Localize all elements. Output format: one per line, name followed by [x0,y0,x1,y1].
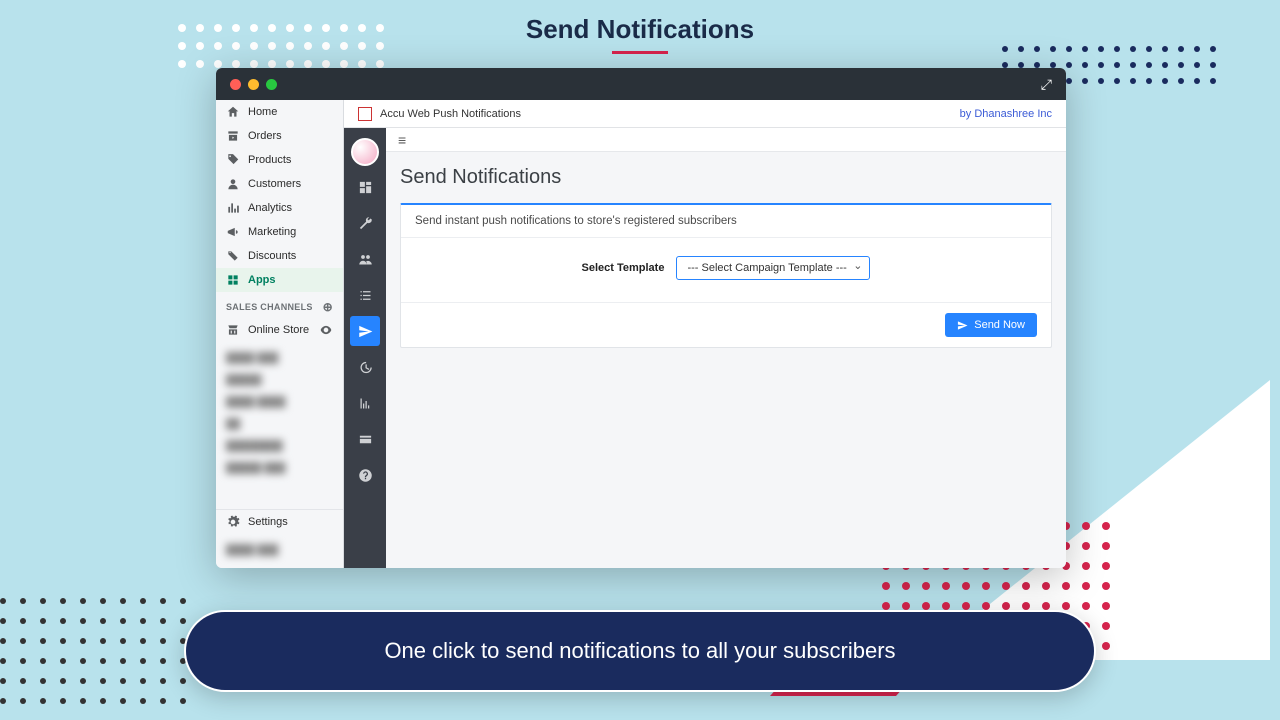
hamburger-icon[interactable]: ≡ [398,132,406,148]
sidebar-item-label: Marketing [248,226,296,238]
home-icon [226,105,240,119]
rail-dashboard-icon[interactable] [350,172,380,202]
sidebar-item-label: Customers [248,178,301,190]
rail-list-icon[interactable] [350,280,380,310]
minimize-icon[interactable] [248,79,259,90]
sidebar-item-marketing[interactable]: Marketing [216,220,343,244]
app-logo-icon [358,107,372,121]
close-icon[interactable] [230,79,241,90]
app-name: Accu Web Push Notifications [380,108,521,120]
shopify-sidebar: Home Orders Products Customers Analytics… [216,100,344,568]
page-title: Send Notifications [400,166,1052,189]
marketing-underline [612,51,668,54]
rail-history-icon[interactable] [350,352,380,382]
content: ≡ Send Notifications Send instant push n… [386,128,1066,568]
app-header: Accu Web Push Notifications by Dhanashre… [344,100,1066,128]
template-select[interactable]: --- Select Campaign Template --- [676,256,870,280]
sidebar-item-home[interactable]: Home [216,100,343,124]
card-footer: Send Now [401,303,1051,347]
sidebar-item-settings[interactable]: Settings [216,509,343,534]
paper-plane-icon [957,320,968,331]
sidebar-item-orders[interactable]: Orders [216,124,343,148]
user-icon [226,177,240,191]
rail-send-icon[interactable] [350,316,380,346]
gear-icon [226,515,240,529]
avatar[interactable] [351,138,379,166]
eye-icon[interactable] [319,323,333,337]
sidebar-item-apps[interactable]: Apps [216,268,343,292]
sidebar-item-label: Settings [248,516,288,528]
discount-icon [226,249,240,263]
decor-dots-white [178,24,384,68]
sidebar-item-discounts[interactable]: Discounts [216,244,343,268]
rail-wrench-icon[interactable] [350,208,380,238]
sidebar-item-online-store[interactable]: Online Store [216,318,343,342]
rail-help-icon[interactable] [350,460,380,490]
sidebar-item-products[interactable]: Products [216,148,343,172]
blurred-items: ████ ████████████ ███████████████████ ██… [222,348,337,503]
sidebar-item-label: Analytics [248,202,292,214]
select-template-label: Select Template [582,262,665,274]
decor-dots-black [0,598,186,704]
sidebar-item-analytics[interactable]: Analytics [216,196,343,220]
sidebar-item-label: Online Store [248,324,309,336]
icon-rail [344,128,386,568]
maximize-icon[interactable] [266,79,277,90]
app-vendor: by Dhanashree Inc [960,108,1052,120]
sales-channels-heading: SALES CHANNELS ⊕ [216,292,343,318]
tag-icon [226,153,240,167]
sidebar-item-label: Products [248,154,291,166]
rail-card-icon[interactable] [350,424,380,454]
send-now-button[interactable]: Send Now [945,313,1037,337]
rail-chart-icon[interactable] [350,388,380,418]
blurred-account: ████ ███ [222,540,337,562]
rail-users-icon[interactable] [350,244,380,274]
main-pane: Accu Web Push Notifications by Dhanashre… [344,100,1066,568]
titlebar: ⤢ [216,68,1066,100]
sidebar-item-label: Orders [248,130,282,142]
sidebar-item-label: Apps [248,274,276,286]
marketing-caption: One click to send notifications to all y… [184,610,1096,692]
card-description: Send instant push notifications to store… [401,205,1051,238]
apps-icon [226,273,240,287]
sidebar-item-label: Home [248,106,277,118]
content-topbar: ≡ [386,128,1066,152]
app-window: ⤢ Home Orders Products Customers An [216,68,1066,568]
orders-icon [226,129,240,143]
fullscreen-button[interactable]: ⤢ [1041,76,1052,93]
analytics-icon [226,201,240,215]
add-channel-button[interactable]: ⊕ [323,300,333,314]
send-card: Send instant push notifications to store… [400,203,1052,348]
traffic-lights [230,79,277,90]
template-row: Select Template --- Select Campaign Temp… [401,238,1051,303]
store-icon [226,323,240,337]
megaphone-icon [226,225,240,239]
sidebar-item-customers[interactable]: Customers [216,172,343,196]
sidebar-item-label: Discounts [248,250,296,262]
